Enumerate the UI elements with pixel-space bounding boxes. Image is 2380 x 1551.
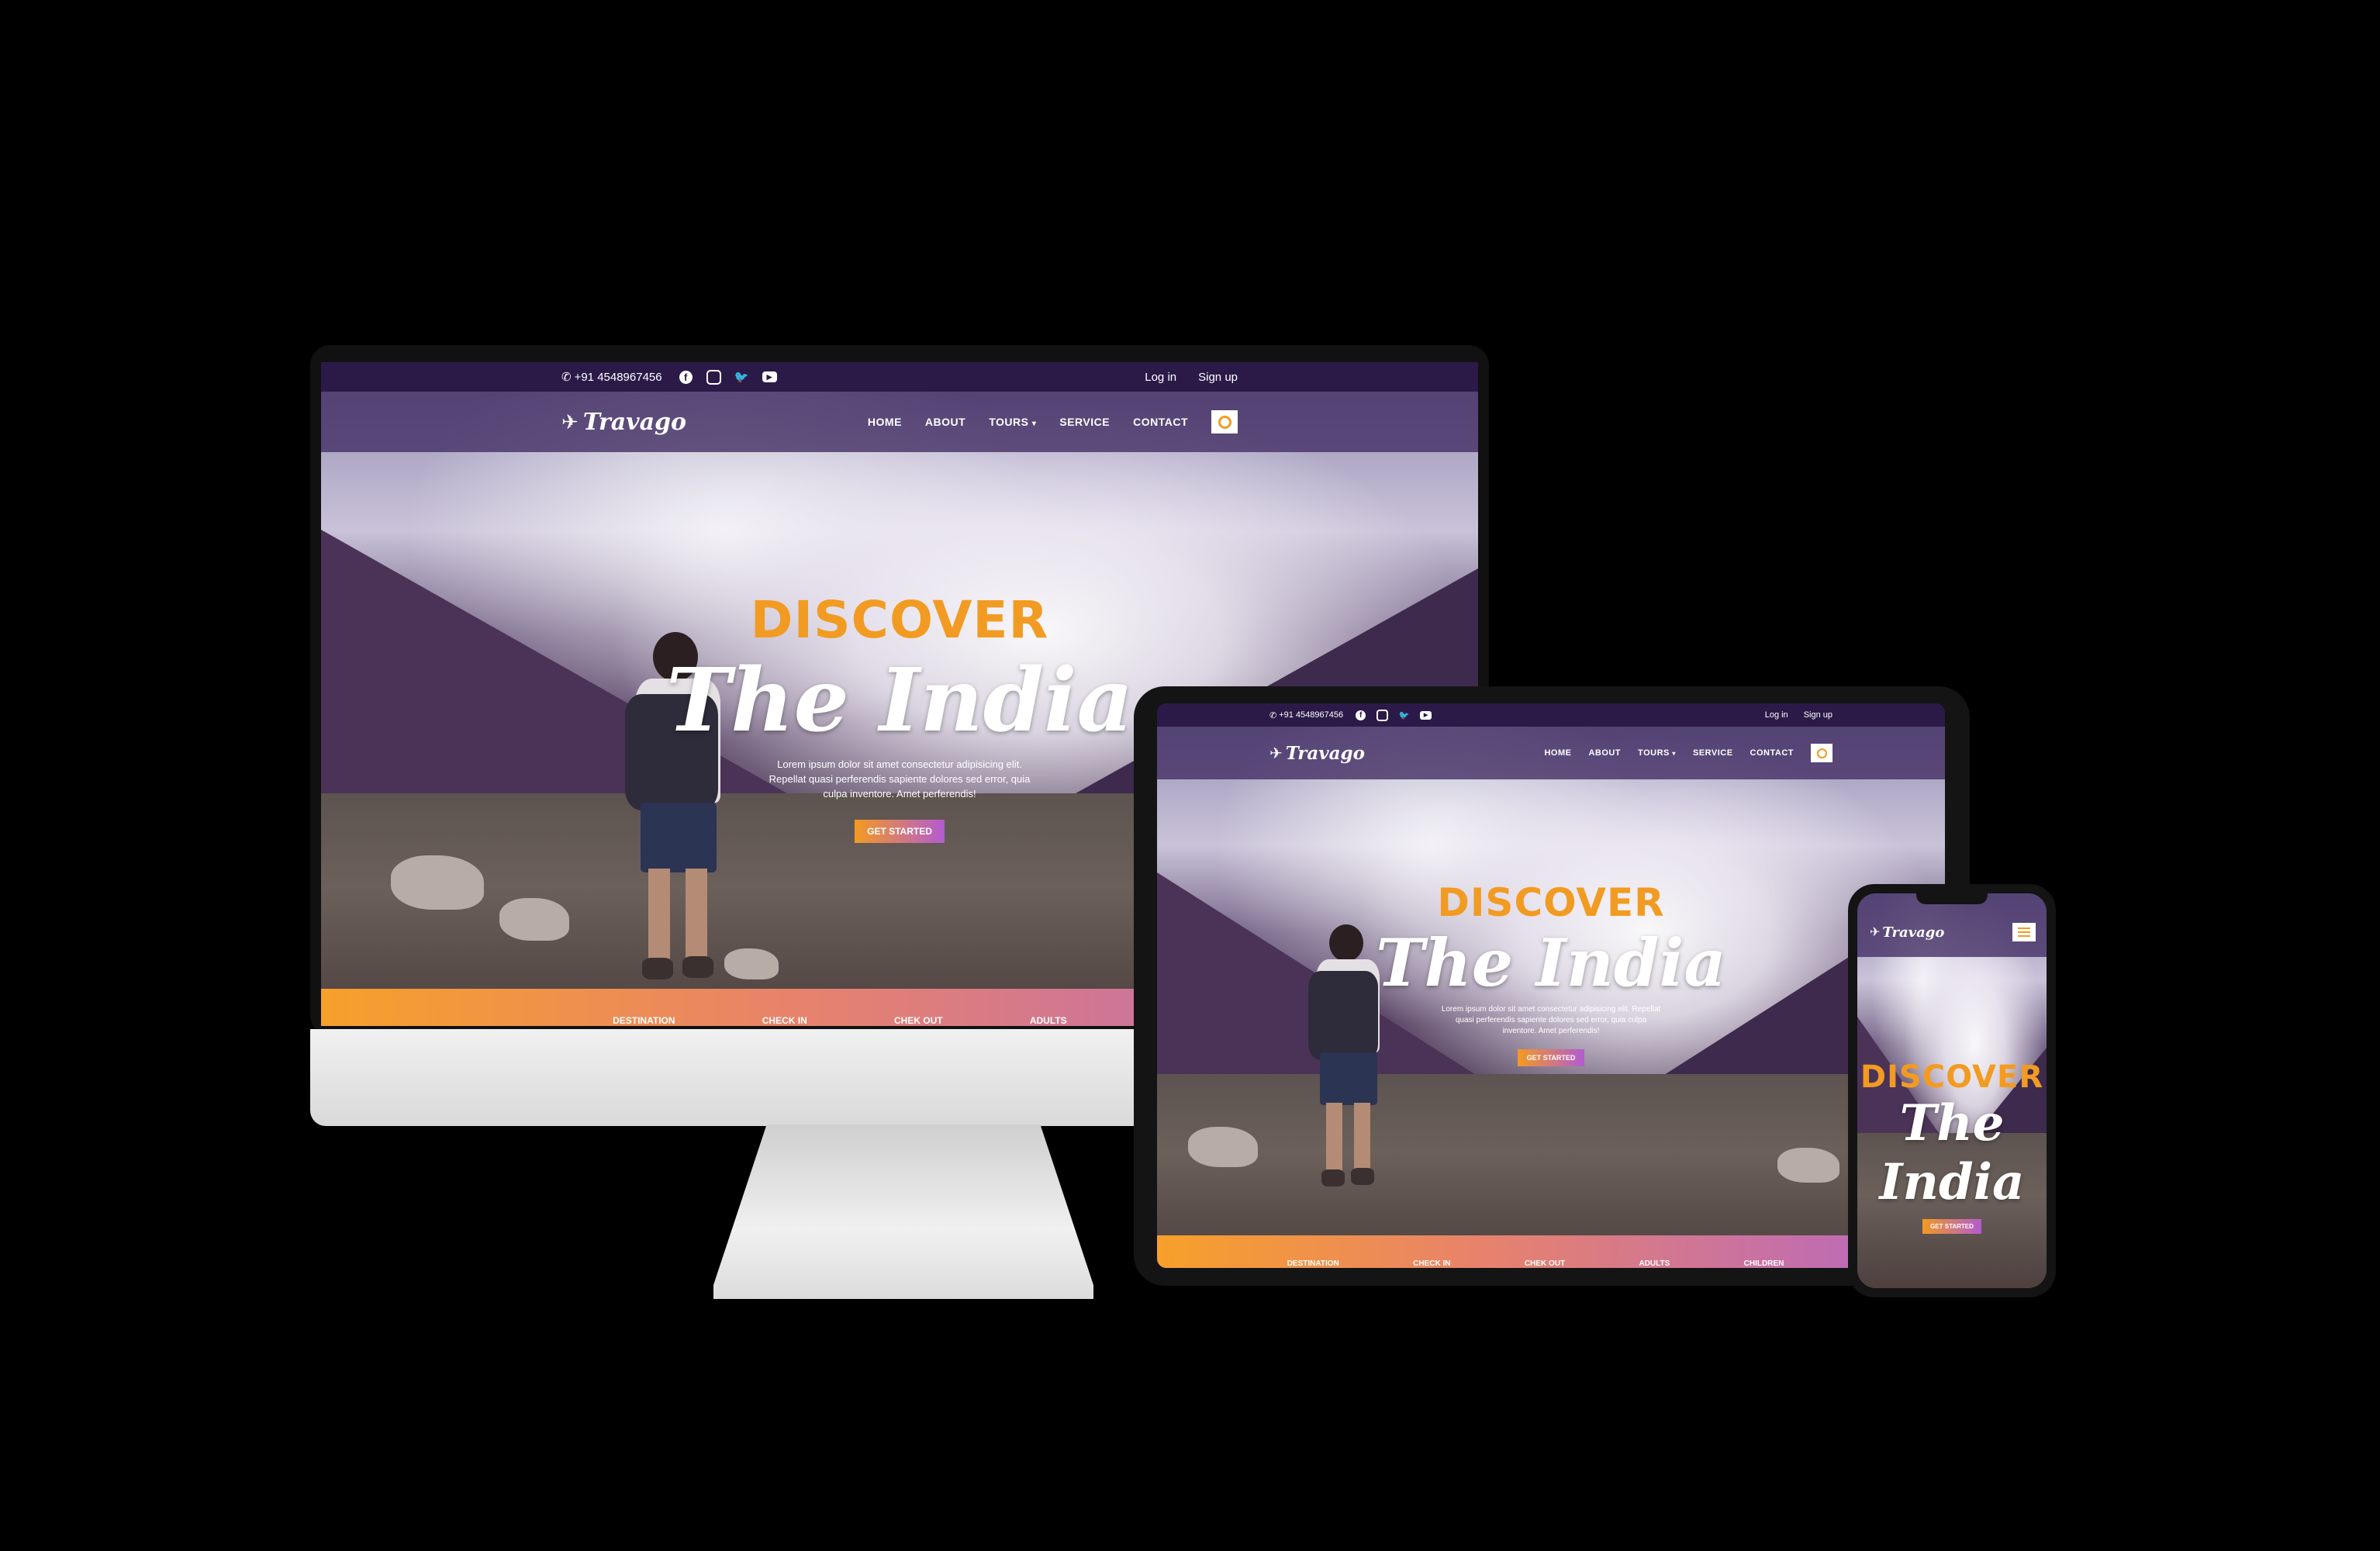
hero: DISCOVER The India Lorem ipsum dolor sit… [1157,727,1945,1268]
hamburger-line [2018,927,2030,929]
instagram-icon[interactable] [1377,709,1389,721]
hero-lorem: Lorem ipsum dolor sit amet consectetur a… [769,758,1031,800]
facebook-icon[interactable]: f [1356,710,1366,720]
hero-text: DISCOVER The India Lorem ipsum dolor sit… [1157,882,1945,1066]
hero-title: The India [1376,924,1726,1001]
hamburger-line [2018,935,2030,937]
booking-destination[interactable]: DESTINATION [1287,1259,1339,1268]
phone-number: +91 4548967456 [574,370,662,384]
instagram-icon[interactable] [706,369,721,385]
rock [499,898,569,941]
booking-destination[interactable]: DESTINATION [613,1015,675,1026]
hero-kicker: DISCOVER [1437,880,1665,925]
social-links: f 🐦 ▶ [679,369,777,385]
logo[interactable]: ✈ Travago [1870,924,1944,941]
search-icon [1218,415,1231,429]
booking-check-in[interactable]: CHECK IN [762,1015,807,1026]
nav-tours[interactable]: TOURS ▾ [989,416,1036,428]
phone-website: DISCOVER The India GET STARTED ✈ Travago [1857,893,2047,1288]
hero-title-line1: The [1899,1094,2005,1152]
twitter-icon[interactable]: 🐦 [1399,710,1410,720]
search-button[interactable] [1211,410,1238,434]
get-started-button[interactable]: GET STARTED [1922,1219,1981,1234]
hero-title-line2: India [1879,1153,2025,1211]
phone-notch [1916,892,1988,904]
logo-text: Travago [1285,742,1365,764]
search-button[interactable] [1811,744,1832,762]
nav-tours-label: TOURS [1638,748,1670,758]
booking-adults[interactable]: ADULTS [1030,1015,1067,1026]
hero-kicker: DISCOVER [750,590,1049,650]
get-started-button[interactable]: GET STARTED [1517,1049,1585,1066]
nav-service[interactable]: SERVICE [1693,748,1733,758]
hamburger-line [2018,931,2030,933]
login-link[interactable]: Log in [1145,371,1176,384]
plane-icon: ✈ [1870,926,1881,939]
phone: DISCOVER The India GET STARTED ✈ Travago [1848,884,2056,1297]
booking-adults[interactable]: ADULTS [1639,1259,1670,1268]
twitter-icon[interactable]: 🐦 [734,371,749,384]
logo[interactable]: ✈ Travago [1269,743,1365,764]
auth-links: Log in Sign up [1145,371,1238,384]
top-bar: ✆ +91 4548967456 f 🐦 ▶ Log in Sign up [321,362,1478,392]
phone-number: +91 4548967456 [1279,710,1344,720]
logo-text: Travago [1882,924,1945,941]
plane-icon: ✈ [1269,744,1283,762]
youtube-icon[interactable]: ▶ [1420,710,1432,720]
social-links: f 🐦 ▶ [1356,709,1432,721]
plane-icon: ✈ [561,409,579,434]
hamburger-menu-button[interactable] [2012,923,2036,941]
nav-contact[interactable]: CONTACT [1133,416,1188,428]
tablet-website: ✆ +91 4548967456 f 🐦 ▶ Log in Sign up DI… [1157,703,1945,1268]
phone-contact[interactable]: ✆ +91 4548967456 [561,370,662,385]
signup-link[interactable]: Sign up [1198,371,1238,384]
logo-text: Travago [582,408,687,436]
nav-about[interactable]: ABOUT [1588,748,1621,758]
booking-check-out[interactable]: CHEK OUT [894,1015,943,1026]
nav-home[interactable]: HOME [1544,748,1571,758]
rock [1188,1127,1258,1167]
signup-link[interactable]: Sign up [1804,710,1832,720]
auth-links: Log in Sign up [1765,710,1832,720]
rock [391,855,484,910]
search-icon [1816,748,1827,758]
logo[interactable]: ✈ Travago [561,409,686,436]
hero-kicker: DISCOVER [1860,1059,2044,1095]
youtube-icon[interactable]: ▶ [762,371,777,382]
get-started-button[interactable]: GET STARTED [855,820,945,843]
login-link[interactable]: Log in [1765,710,1788,720]
hero-lorem: Lorem ipsum dolor sit amet consectetur a… [1441,1005,1661,1035]
booking-bar: DESTINATION CHECK IN CHEK OUT ADULTS CHI… [1157,1235,1945,1268]
booking-children[interactable]: CHILDREN [1744,1259,1784,1268]
booking-check-out[interactable]: CHEK OUT [1525,1259,1565,1268]
nav-home[interactable]: HOME [868,416,902,428]
nav-bar: ✈ Travago HOME ABOUT TOURS ▾ SERVICE CON… [321,392,1478,452]
phone-icon: ✆ [1269,710,1277,720]
booking-check-in[interactable]: CHECK IN [1413,1259,1450,1268]
nav-tours[interactable]: TOURS ▾ [1638,748,1676,758]
hero-text: DISCOVER The India GET STARTED [1857,1060,2047,1234]
facebook-icon[interactable]: f [679,370,693,384]
monitor-stand [713,1124,1093,1299]
chevron-down-icon: ▾ [1031,420,1037,428]
phone-icon: ✆ [561,371,572,384]
nav-tours-label: TOURS [989,416,1029,428]
nav-contact[interactable]: CONTACT [1750,748,1794,758]
top-bar: ✆ +91 4548967456 f 🐦 ▶ Log in Sign up [1157,703,1945,727]
nav-links: HOME ABOUT TOURS ▾ SERVICE CONTACT [1544,744,1832,762]
nav-links: HOME ABOUT TOURS ▾ SERVICE CONTACT [868,410,1238,434]
nav-service[interactable]: SERVICE [1059,416,1110,428]
phone-contact[interactable]: ✆ +91 4548967456 [1269,710,1343,720]
chevron-down-icon: ▾ [1672,750,1676,757]
rock [1777,1148,1839,1183]
tablet: ✆ +91 4548967456 f 🐦 ▶ Log in Sign up DI… [1134,686,1970,1286]
nav-about[interactable]: ABOUT [925,416,965,428]
nav-bar: ✈ Travago HOME ABOUT TOURS ▾ SERVICE CON… [1157,727,1945,779]
